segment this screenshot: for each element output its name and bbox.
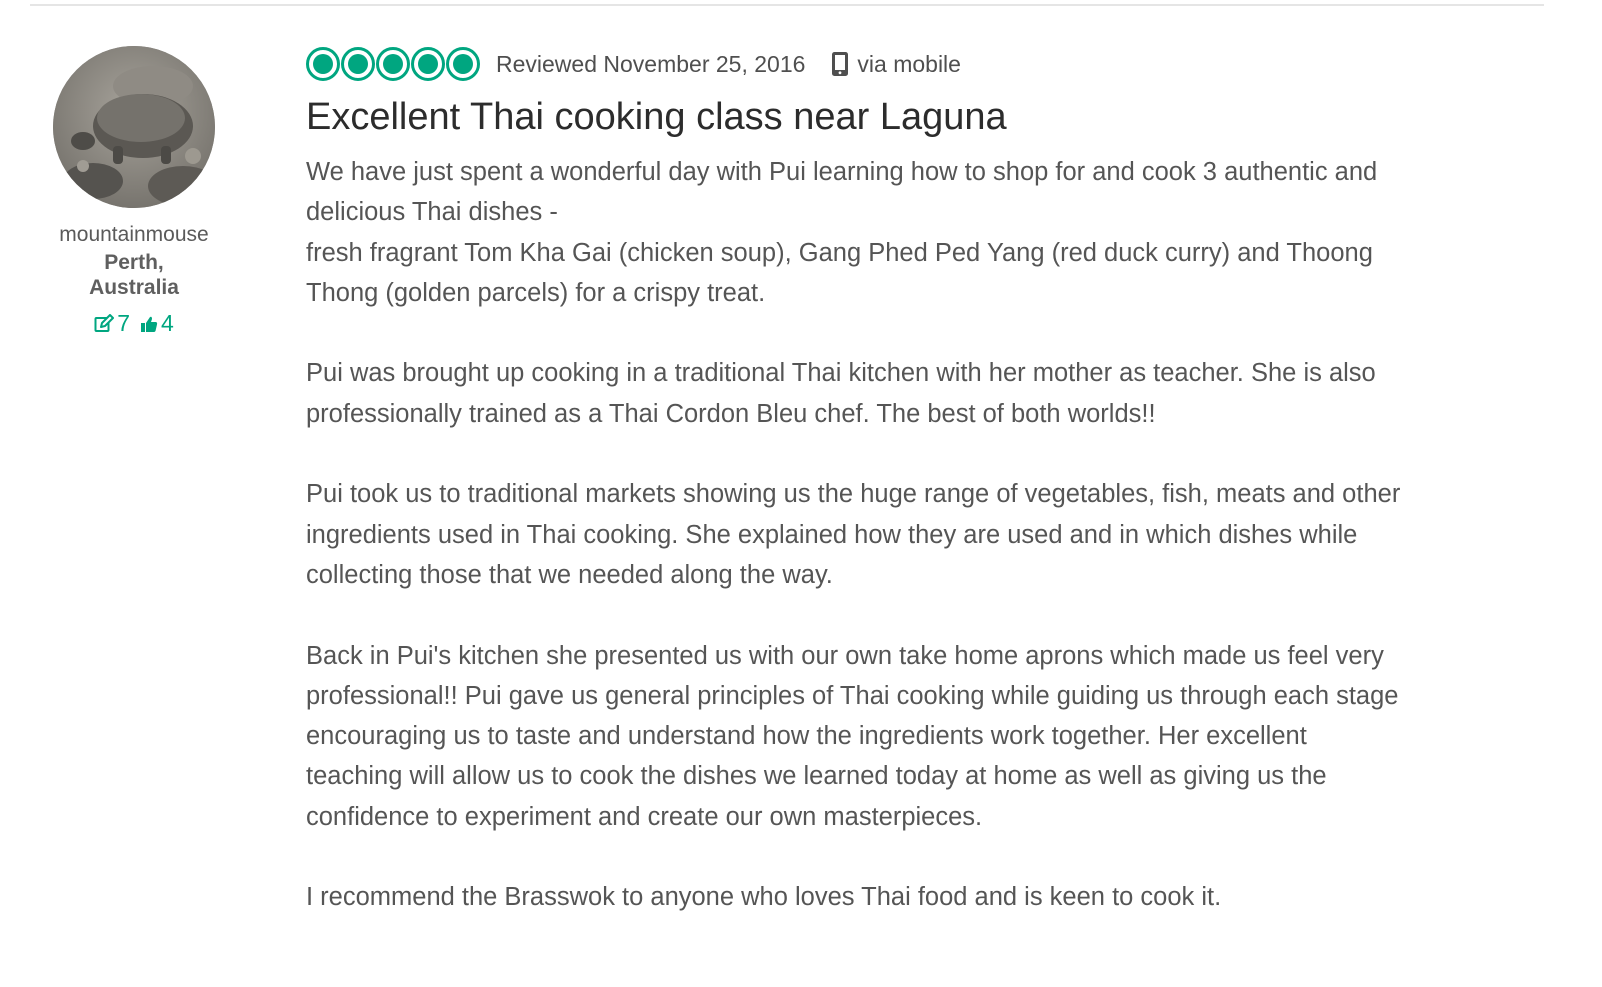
rating-bubble-icon xyxy=(341,47,375,81)
reviewer-username[interactable]: mountainmouse xyxy=(30,223,238,247)
top-divider xyxy=(30,4,1544,6)
rating-bubble-icon xyxy=(446,47,480,81)
review-paragraph-line: We have just spent a wonderful day with … xyxy=(306,158,1378,227)
member-info: mountainmouse Perth, Australia 7 4 xyxy=(30,46,238,337)
helpful-votes: 4 xyxy=(161,310,174,336)
review-paragraph: Pui was brought up cooking in a traditio… xyxy=(306,359,1376,428)
helpful-votes-badge[interactable]: 4 xyxy=(140,310,174,337)
review-paragraph: We have just spent a wonderful day with … xyxy=(306,152,1406,313)
via-mobile: via mobile xyxy=(831,51,961,78)
review-paragraph: Pui took us to traditional markets showi… xyxy=(306,480,1401,589)
review-paragraph-line: fresh fragrant Tom Kha Gai (chicken soup… xyxy=(306,238,1373,307)
review-paragraph: I recommend the Brasswok to anyone who l… xyxy=(306,883,1222,912)
avatar[interactable] xyxy=(53,46,215,208)
via-mobile-label: via mobile xyxy=(857,50,961,77)
review-count-badge[interactable]: 7 xyxy=(94,310,130,337)
bubble-rating xyxy=(306,47,480,81)
rating-bubble-icon xyxy=(411,47,445,81)
mobile-phone-icon xyxy=(832,52,849,76)
review-body: We have just spent a wonderful day with … xyxy=(306,152,1406,918)
thumbs-up-icon xyxy=(141,316,158,332)
rating-row: Reviewed November 25, 2016 via mobile xyxy=(306,44,1546,84)
review-count: 7 xyxy=(117,310,130,336)
avatar-tortoise-image xyxy=(53,46,215,208)
review-date: Reviewed November 25, 2016 xyxy=(496,50,806,77)
review-paragraph: Back in Pui's kitchen she presented us w… xyxy=(306,641,1399,831)
reviewer-location: Perth, Australia xyxy=(89,251,179,299)
reviewer-badges: 7 4 xyxy=(30,310,238,337)
review-title[interactable]: Excellent Thai cooking class near Laguna xyxy=(306,94,1546,140)
rating-bubble-icon xyxy=(306,47,340,81)
review-container: Reviewed November 25, 2016 via mobile Ex… xyxy=(306,44,1546,958)
rating-bubble-icon xyxy=(376,47,410,81)
pencil-icon xyxy=(94,313,115,332)
